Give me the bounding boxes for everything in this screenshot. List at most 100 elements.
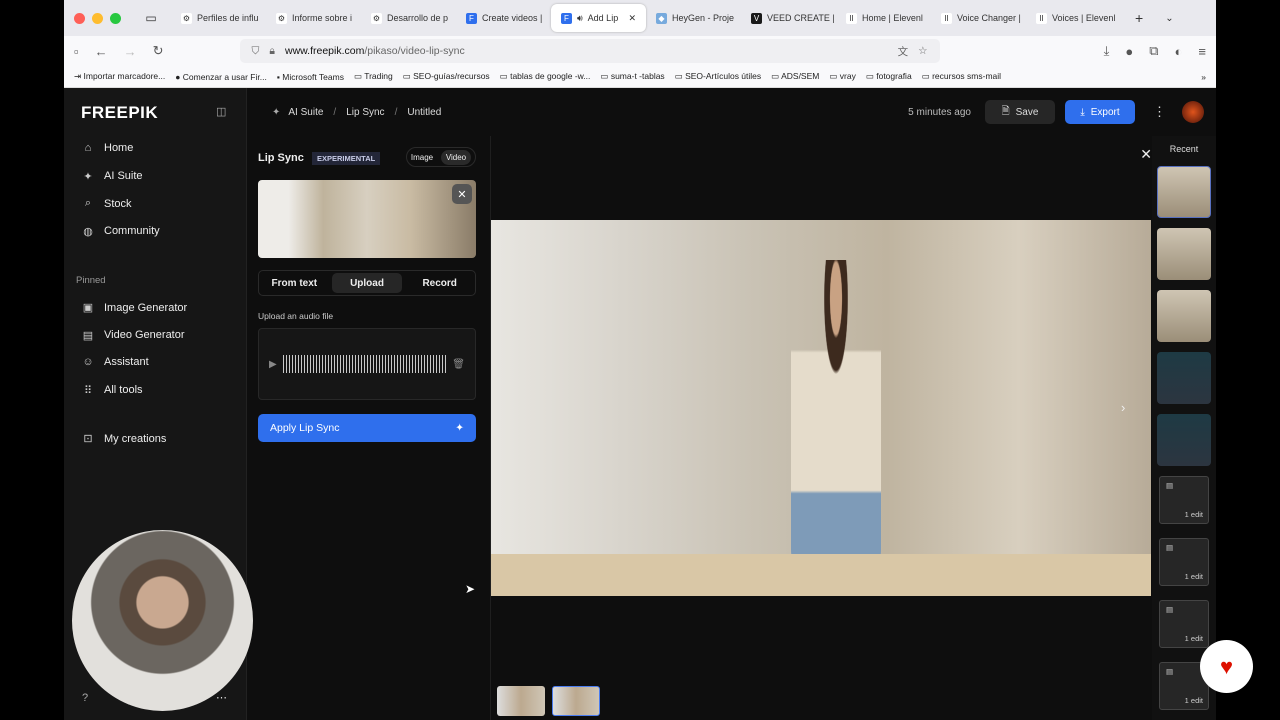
close-preview-icon[interactable]: ✕ xyxy=(1140,146,1152,163)
video-mode-toggle[interactable]: Video xyxy=(440,149,472,165)
sidebar-toggle-icon[interactable]: ▫ xyxy=(74,44,79,59)
breadcrumb-project-name[interactable]: Untitled xyxy=(407,107,441,118)
profile-icon[interactable]: ● xyxy=(1125,44,1133,59)
new-tab-button[interactable]: + xyxy=(1135,10,1143,26)
bookmark-item[interactable]: ▭ recursos sms-mail xyxy=(922,71,1001,82)
sidebar-item-all-tools[interactable]: ⠿ All tools xyxy=(82,384,143,397)
bookmark-item[interactable]: ▭ suma-t -tablas xyxy=(600,71,664,82)
recent-video-thumb[interactable] xyxy=(1157,166,1211,218)
assistant-icon: ☺ xyxy=(82,356,94,368)
record-tab[interactable]: Record xyxy=(404,271,475,295)
from-text-tab[interactable]: From text xyxy=(259,271,330,295)
user-avatar[interactable] xyxy=(1182,101,1204,123)
recent-heading: Recent xyxy=(1169,144,1199,154)
browser-tab[interactable]: F 🔊︎ Add Lip ✕ xyxy=(551,4,646,32)
delete-audio-icon[interactable]: 🗑︎ xyxy=(452,359,465,370)
tab-title: HeyGen - Proje xyxy=(672,13,735,23)
maximize-button[interactable] xyxy=(110,12,121,24)
address-bar[interactable]: ⛉ 🔒︎ www.freepik.com/pikaso/video-lip-syn… xyxy=(239,39,940,63)
browser-tab[interactable]: II Voices | Elevenl xyxy=(1026,4,1121,32)
close-window-button[interactable] xyxy=(74,12,85,24)
reload-button[interactable]: ↻ xyxy=(153,43,164,59)
bookmark-item[interactable]: ⇥ Importar marcadore... xyxy=(74,71,165,82)
recent-video-thumb[interactable] xyxy=(1157,414,1211,466)
bookmark-item[interactable]: ▪ Microsoft Teams xyxy=(277,72,344,82)
recent-video-thumb[interactable] xyxy=(1157,228,1211,280)
breadcrumb-ai-suite[interactable]: AI Suite xyxy=(288,107,323,118)
floating-chat-button[interactable]: ♥ xyxy=(1200,640,1253,693)
downloads-icon[interactable]: ⤓ xyxy=(1104,43,1110,59)
close-tab-icon[interactable]: ✕ xyxy=(628,13,636,24)
sidebar-item-assistant[interactable]: ☺ Assistant xyxy=(82,356,148,368)
sidebar-item-label: Community xyxy=(104,225,160,237)
video-generator-icon: ▤ xyxy=(82,329,94,342)
bookmark-item[interactable]: ▭ Trading xyxy=(354,71,393,82)
extension-icon[interactable]: ◐ xyxy=(1175,44,1183,59)
tab-list-chevron-icon[interactable]: ⌄ xyxy=(1165,13,1173,24)
browser-tab[interactable]: F Create videos | xyxy=(456,4,551,32)
lip-sync-panel: Lip Sync EXPERIMENTAL Image Video ✕ From… xyxy=(248,138,490,720)
freepik-logo[interactable]: FREEPIK xyxy=(81,103,158,123)
top-header: ✦ AI Suite / Lip Sync / Untitled 5 minut… xyxy=(248,88,1216,136)
bookmark-item[interactable]: ▭ tablas de google -w... xyxy=(500,71,591,82)
sidebar-item-home[interactable]: ⌂ Home xyxy=(82,142,134,154)
community-icon: ◍ xyxy=(83,225,93,238)
bookmark-star-icon[interactable]: ☆ xyxy=(918,45,927,57)
sidebar-item-video-generator[interactable]: ▤ Video Generator xyxy=(82,329,185,342)
teams-icon: ▪ xyxy=(276,71,280,82)
browser-tab[interactable]: ⚙ Desarrollo de p xyxy=(361,4,456,32)
recent-edit-item[interactable]: ▤ 1 edit xyxy=(1159,600,1209,648)
minimize-button[interactable] xyxy=(92,12,103,24)
breadcrumb-lip-sync[interactable]: Lip Sync xyxy=(346,107,384,118)
timeline-clip[interactable] xyxy=(497,686,545,716)
bookmark-item[interactable]: ▭ ADS/SEM xyxy=(771,71,819,82)
bookmark-item[interactable]: ▭ fotografia xyxy=(866,71,912,82)
recent-edit-item[interactable]: ▤ 1 edit xyxy=(1159,476,1209,524)
back-button[interactable]: ← xyxy=(95,44,108,59)
browser-tab[interactable]: V VEED CREATE | xyxy=(741,4,836,32)
export-button[interactable]: ⤓ Export xyxy=(1065,100,1135,124)
browser-tab[interactable]: ⚙ Informe sobre i xyxy=(266,4,361,32)
menu-icon[interactable]: ≡ xyxy=(1198,44,1206,59)
browser-tab[interactable]: ⚙ Perfiles de influ xyxy=(171,4,266,32)
sidebar-item-my-creations[interactable]: ⊡ My creations xyxy=(82,432,166,446)
tab-overview-icon[interactable]: ▭ xyxy=(131,11,171,25)
save-button[interactable]: 🗎︎ Save xyxy=(985,100,1055,124)
timeline-clip-selected[interactable] xyxy=(552,686,600,716)
help-icon[interactable]: ? xyxy=(82,692,88,704)
more-bookmarks-icon[interactable]: » xyxy=(1201,72,1206,82)
more-options-icon[interactable]: ⋯ xyxy=(216,691,227,704)
audio-waveform[interactable] xyxy=(282,355,447,373)
collapse-sidebar-icon[interactable]: ◫ xyxy=(216,105,226,118)
folder-icon: ▭ xyxy=(674,71,683,81)
recent-video-thumb[interactable] xyxy=(1157,352,1211,404)
upload-tab[interactable]: Upload xyxy=(331,273,403,293)
bookmark-item[interactable]: ● Comenzar a usar Fir... xyxy=(175,72,267,82)
tab-title: Add Lip xyxy=(587,13,619,23)
next-arrow-icon[interactable]: › xyxy=(1121,400,1125,415)
browser-tab[interactable]: II Home | Elevenl xyxy=(836,4,931,32)
bookmark-item[interactable]: ▭ SEO-guías/recursos xyxy=(403,71,490,82)
video-preview[interactable] xyxy=(491,220,1151,596)
bookmark-item[interactable]: ▭ vray xyxy=(829,71,855,82)
browser-tab[interactable]: ◆ HeyGen - Proje xyxy=(646,4,741,32)
forward-button[interactable]: → xyxy=(124,44,137,59)
sidebar-item-image-generator[interactable]: ▣ Image Generator xyxy=(82,301,187,315)
shield-icon: ⛉ xyxy=(251,44,260,57)
image-generator-icon: ▣ xyxy=(82,302,94,314)
sidebar-item-stock[interactable]: ⌕ Stock xyxy=(82,197,132,210)
apply-lip-sync-button[interactable]: Apply Lip Sync ✦ xyxy=(258,414,476,442)
browser-window: ▭ ⚙ Perfiles de influ ⚙ Informe sobre i ⚙ Des… xyxy=(64,0,1216,720)
recent-video-thumb[interactable] xyxy=(1157,290,1211,342)
image-mode-toggle[interactable]: Image xyxy=(411,153,433,162)
browser-tab[interactable]: II Voice Changer | xyxy=(931,4,1026,32)
more-menu-icon[interactable]: ⋮ xyxy=(1153,104,1166,120)
sidebar-item-ai-suite[interactable]: ✦ AI Suite xyxy=(82,170,142,183)
recent-edit-item[interactable]: ▤ 1 edit xyxy=(1159,538,1209,586)
play-icon[interactable]: ▶ xyxy=(269,359,277,370)
extensions-icon[interactable]: ⧉ xyxy=(1149,43,1158,59)
remove-video-button[interactable]: ✕ xyxy=(452,184,472,204)
translate-icon[interactable]: 文 xyxy=(898,44,909,59)
sidebar-item-community[interactable]: ◍ Community xyxy=(82,225,160,238)
bookmark-item[interactable]: ▭ SEO-Artículos útiles xyxy=(675,71,761,82)
